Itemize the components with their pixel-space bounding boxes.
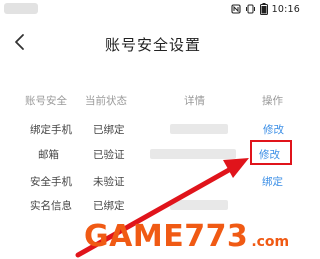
row-item: 邮箱 (38, 149, 59, 161)
nfc-icon (231, 4, 241, 14)
page-title: 账号安全设置 (104, 36, 201, 54)
row-status: 已绑定 (93, 124, 125, 136)
column-header-status: 当前状态 (85, 95, 127, 107)
table-row: 绑定手机 已绑定 修改 (0, 122, 306, 138)
table-header: 账号安全 当前状态 详情 操作 (0, 93, 306, 109)
redacted-detail (170, 200, 228, 210)
row-item: 实名信息 (30, 200, 72, 212)
row-status: 已验证 (93, 149, 125, 161)
status-time: 10:16 (271, 3, 300, 15)
watermark-suffix: .com (251, 234, 290, 250)
redacted-detail (170, 124, 228, 134)
column-header-action: 操作 (262, 95, 283, 107)
status-icons: 10:16 (231, 2, 300, 16)
column-header-security: 账号安全 (25, 95, 67, 107)
row-status: 未验证 (93, 176, 125, 188)
highlight-box (250, 140, 292, 165)
nav-bar: 账号安全设置 (0, 26, 306, 60)
redacted-detail (150, 149, 236, 159)
row-item: 绑定手机 (30, 124, 72, 136)
row-item: 安全手机 (30, 176, 72, 188)
watermark-logo: GAME773 .com (84, 212, 289, 252)
status-bar: 10:16 (0, 0, 306, 18)
column-header-details: 详情 (184, 95, 205, 107)
modify-phone-link[interactable]: 修改 (263, 122, 284, 137)
row-status: 已绑定 (93, 200, 125, 212)
vibrate-icon (245, 4, 256, 14)
status-bar-blurred-area (4, 3, 38, 14)
battery-icon (259, 3, 268, 15)
table-row: 安全手机 未验证 绑定 (0, 174, 306, 190)
watermark-text: GAME773 (84, 219, 249, 254)
bind-secure-phone-link[interactable]: 绑定 (262, 174, 283, 189)
